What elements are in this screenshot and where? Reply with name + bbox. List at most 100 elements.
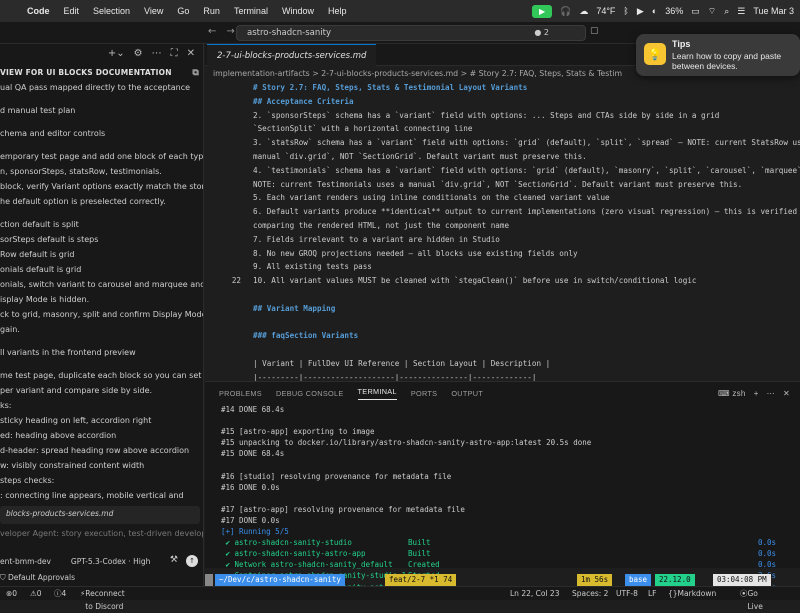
send-icon[interactable]: ↑: [186, 555, 198, 567]
copilot-badge-count: 2: [543, 28, 549, 37]
new-chat-icon[interactable]: +⌄: [108, 48, 125, 59]
prompt-node: 22.12.0: [655, 574, 695, 586]
forward-arrow-icon[interactable]: →: [226, 26, 234, 37]
control-center-icon[interactable]: ☰: [737, 6, 745, 17]
more-icon[interactable]: ⋯: [767, 389, 775, 398]
headphones-icon[interactable]: 🎧: [560, 6, 571, 17]
agent-picker[interactable]: ent-bmm-dev: [0, 557, 51, 566]
weather-temp[interactable]: 74°F: [596, 6, 615, 16]
editor-line[interactable]: manual `div.grid`, NOT `SectionGrid`. De…: [205, 150, 800, 164]
menu-help[interactable]: Help: [321, 6, 354, 16]
menu-edit[interactable]: Edit: [57, 6, 87, 16]
menu-terminal[interactable]: Terminal: [227, 6, 275, 16]
maximize-icon[interactable]: ⛶: [171, 48, 178, 59]
chat-line: : connecting line appears, mobile vertic…: [0, 491, 184, 500]
approvals-picker[interactable]: ⛉ Default Approvals: [0, 571, 203, 585]
chat-input[interactable]: veloper Agent: story execution, test-dri…: [0, 528, 203, 540]
weather-icon[interactable]: ☁: [579, 6, 588, 17]
layout-icon[interactable]: ▢: [590, 26, 599, 36]
panel-tab-ports[interactable]: PORTS: [411, 389, 438, 398]
editor-line[interactable]: ## Acceptance Criteria: [205, 95, 800, 109]
copilot-badge[interactable]: ● 2: [534, 26, 549, 40]
line-text: 7. Fields irrelevant to a variant are hi…: [253, 234, 500, 244]
encoding[interactable]: UTF-8: [616, 587, 638, 600]
editor-line[interactable]: 9. All existing tests pass: [205, 260, 800, 274]
discord-status[interactable]: ⚡ Reconnect to Discord: [80, 587, 125, 611]
service-name: ✔ astro-shadcn-sanity-studio: [221, 538, 352, 548]
panel-tab-output[interactable]: OUTPUT: [451, 389, 483, 398]
language-mode[interactable]: {} Markdown: [668, 587, 716, 600]
menu-window[interactable]: Window: [275, 6, 321, 16]
editor-line[interactable]: [205, 343, 800, 357]
panel-tab-debug-console[interactable]: DEBUG CONSOLE: [276, 389, 344, 398]
tips-notification[interactable]: 💡 Tips Learn how to copy and paste betwe…: [636, 34, 800, 76]
attached-file-chip[interactable]: blocks-products-services.md: [0, 506, 200, 524]
terminal-line: #14 DONE 68.4s: [221, 405, 285, 414]
close-panel-icon[interactable]: ✕: [783, 389, 790, 398]
gear-icon[interactable]: ⚙: [134, 48, 143, 59]
go-live-button[interactable]: ⦿ Go Live: [740, 587, 763, 611]
back-arrow-icon[interactable]: ←: [208, 26, 216, 37]
editor-line[interactable]: 3. `statsRow` schema has a `variant` fie…: [205, 136, 800, 150]
chat-line: ck to grid, masonry, split and confirm D…: [0, 310, 204, 319]
editor-line[interactable]: 2. `sponsorSteps` schema has a `variant`…: [205, 109, 800, 123]
menu-go[interactable]: Go: [170, 6, 196, 16]
editor-line[interactable]: ## Variant Mapping: [205, 302, 800, 316]
model-picker[interactable]: GPT-5.3-Codex · High: [71, 557, 150, 566]
line-text: 9. All existing tests pass: [253, 262, 372, 272]
more-icon[interactable]: ⋯: [152, 48, 162, 59]
menu-code[interactable]: Code: [20, 6, 57, 16]
menu-selection[interactable]: Selection: [86, 6, 137, 16]
editor-line[interactable]: ### faqSection Variants: [205, 329, 800, 343]
editor-line[interactable]: 4. `testimonials` schema has a `variant`…: [205, 164, 800, 178]
focus-icon[interactable]: ◐: [652, 6, 657, 16]
info-icon[interactable]: ⓘ 4: [54, 587, 66, 600]
lightbulb-icon: 💡: [644, 43, 666, 65]
editor-line[interactable]: |---------|--------------------|--------…: [205, 371, 800, 381]
editor-line[interactable]: NOTE: current Testimonials uses a manual…: [205, 178, 800, 192]
editor-line[interactable]: 6. Default variants produce **identical*…: [205, 205, 800, 219]
editor-line[interactable]: # Story 2.7: FAQ, Steps, Stats & Testimo…: [205, 81, 800, 95]
close-icon[interactable]: ✕: [187, 48, 195, 59]
menu-view[interactable]: View: [137, 6, 170, 16]
editor-line[interactable]: 5. Each variant renders using inline con…: [205, 191, 800, 205]
tools-icon[interactable]: ⚒: [170, 555, 178, 567]
editor-line[interactable]: [205, 288, 800, 302]
editor-line[interactable]: comparing the rendered HTML, not just th…: [205, 219, 800, 233]
remote-icon[interactable]: ⊗ 0: [6, 587, 17, 600]
editor-line[interactable]: [205, 316, 800, 330]
terminal-line: #15 [astro-app] exporting to image: [221, 427, 375, 437]
add-terminal-icon[interactable]: +: [754, 389, 759, 398]
chat-line: d manual test plan: [0, 106, 76, 115]
copy-icon[interactable]: ⧉: [192, 68, 199, 78]
bluetooth-icon[interactable]: ᛒ: [623, 6, 628, 16]
clock[interactable]: Tue Mar 3: [753, 6, 794, 16]
command-center-search[interactable]: astro-shadcn-sanity ● 2: [236, 25, 586, 41]
battery-percent[interactable]: 36%: [665, 6, 683, 16]
facetime-icon[interactable]: ▶: [532, 4, 553, 18]
panel-tab-terminal[interactable]: TERMINAL: [357, 387, 397, 400]
editor-line[interactable]: `SectionSplit` with a horizontal connect…: [205, 122, 800, 136]
wifi-icon[interactable]: ⌔: [708, 6, 716, 17]
editor-line[interactable]: 7. Fields irrelevant to a variant are hi…: [205, 233, 800, 247]
terminal-shell-label[interactable]: ⌨ zsh: [718, 389, 746, 398]
warning-icon[interactable]: ⚠ 0: [30, 587, 42, 600]
battery-icon[interactable]: ▭: [691, 6, 700, 17]
code-editor[interactable]: # Story 2.7: FAQ, Steps, Stats & Testimo…: [205, 81, 800, 381]
menu-run[interactable]: Run: [196, 6, 227, 16]
tab-story-file[interactable]: 2-7-ui-blocks-products-services.md: [207, 44, 377, 66]
terminal-running-line: [+] Running 5/5: [221, 527, 289, 537]
editor-line[interactable]: 22 10. All variant values MUST be cleaned…: [205, 274, 800, 288]
prompt-time: 03:04:08 PM: [713, 574, 771, 586]
cursor-position[interactable]: Ln 22, Col 23: [510, 587, 559, 600]
search-icon[interactable]: ⌕: [724, 6, 729, 17]
play-icon[interactable]: ▶: [637, 6, 644, 17]
editor-line[interactable]: | Variant | FullDev UI Reference | Secti…: [205, 357, 800, 371]
terminal-line: #15 DONE 68.4s: [221, 449, 285, 459]
chat-line: onials default is grid: [0, 265, 82, 274]
terminal-output[interactable]: #14 DONE 68.4s #15 [astro-app] exporting …: [205, 404, 800, 593]
eol[interactable]: LF: [648, 587, 657, 600]
editor-line[interactable]: 8. No new GROQ projections needed — all …: [205, 247, 800, 261]
indentation[interactable]: Spaces: 2: [572, 587, 608, 600]
panel-tab-problems[interactable]: PROBLEMS: [219, 389, 262, 398]
